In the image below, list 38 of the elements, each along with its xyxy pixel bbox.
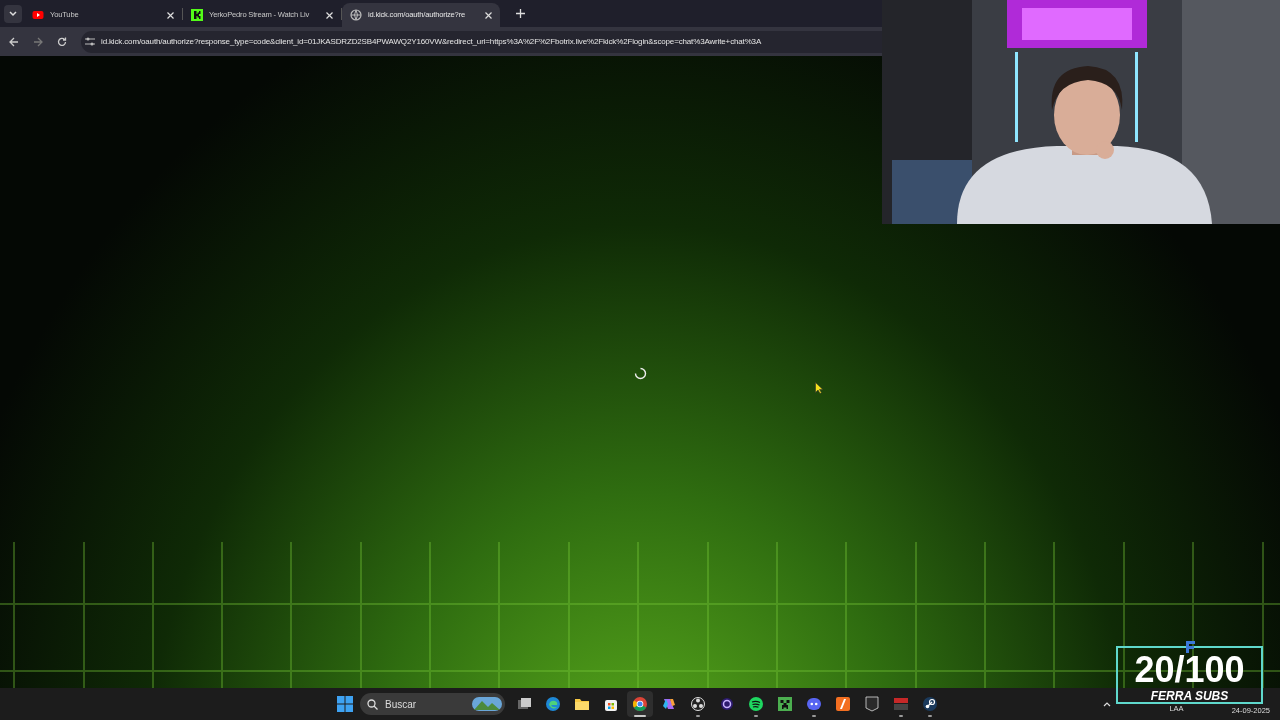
tab-list-button[interactable] bbox=[4, 4, 22, 23]
search-icon bbox=[367, 698, 378, 710]
url-text: id.kick.com/oauth/authorize?response_type=code&client_id=01JKASDRZD2SB4PWAWQ2Y160VW&redirect_uri=https%3A%2F%2Fbotrix.live%2Fkick%2Flogin&scope=chat%3Awrite+chat%3A bbox=[101, 35, 762, 48]
counter-label: FERRA SUBS bbox=[1150, 690, 1229, 703]
letter-mark-icon bbox=[1184, 640, 1196, 654]
close-icon[interactable] bbox=[485, 11, 492, 19]
sound-wave-icon bbox=[747, 696, 764, 712]
circle-app-icon bbox=[718, 696, 735, 712]
counter-value: 20/100 bbox=[1134, 650, 1245, 690]
slash-logo-icon bbox=[834, 696, 851, 712]
steam-icon bbox=[921, 696, 938, 712]
chevron-down-icon bbox=[9, 10, 17, 17]
close-icon[interactable] bbox=[326, 11, 333, 19]
close-icon[interactable] bbox=[167, 11, 174, 19]
taskbar-app[interactable] bbox=[626, 691, 653, 717]
forward-icon[interactable] bbox=[33, 36, 43, 47]
site-settings-icon[interactable] bbox=[85, 37, 95, 46]
ring-logo-icon bbox=[631, 696, 648, 712]
folder-icon bbox=[573, 696, 590, 712]
back-icon[interactable] bbox=[9, 36, 19, 47]
address-bar[interactable]: id.kick.com/oauth/authorize?response_type=code&client_id=01JKASDRZD2SB4PWAWQ2Y160VW&redirect_uri=https%3A%2F%2Fbotrix.live%2Fkick%2Flogin&scope=chat%3Awrite+chat%3A bbox=[81, 30, 882, 53]
search-box[interactable]: Buscar bbox=[360, 693, 505, 715]
swirl-icon bbox=[544, 696, 561, 712]
cursor-icon bbox=[815, 382, 823, 394]
ribbon-icon bbox=[660, 696, 677, 712]
shield-icon bbox=[863, 696, 880, 712]
landscape-icon bbox=[472, 697, 502, 711]
start-icon[interactable] bbox=[337, 696, 353, 712]
reload-icon[interactable] bbox=[57, 36, 67, 47]
windows-icon bbox=[515, 696, 532, 712]
chevron-up-icon[interactable] bbox=[1103, 701, 1112, 707]
creeper-icon bbox=[776, 696, 793, 712]
film-reel-icon bbox=[689, 696, 706, 712]
new-tab-icon[interactable] bbox=[516, 9, 525, 18]
globe-icon bbox=[350, 9, 362, 21]
k-logo-icon bbox=[191, 9, 203, 21]
play-icon bbox=[32, 9, 44, 21]
search-placeholder: Buscar bbox=[385, 697, 418, 712]
